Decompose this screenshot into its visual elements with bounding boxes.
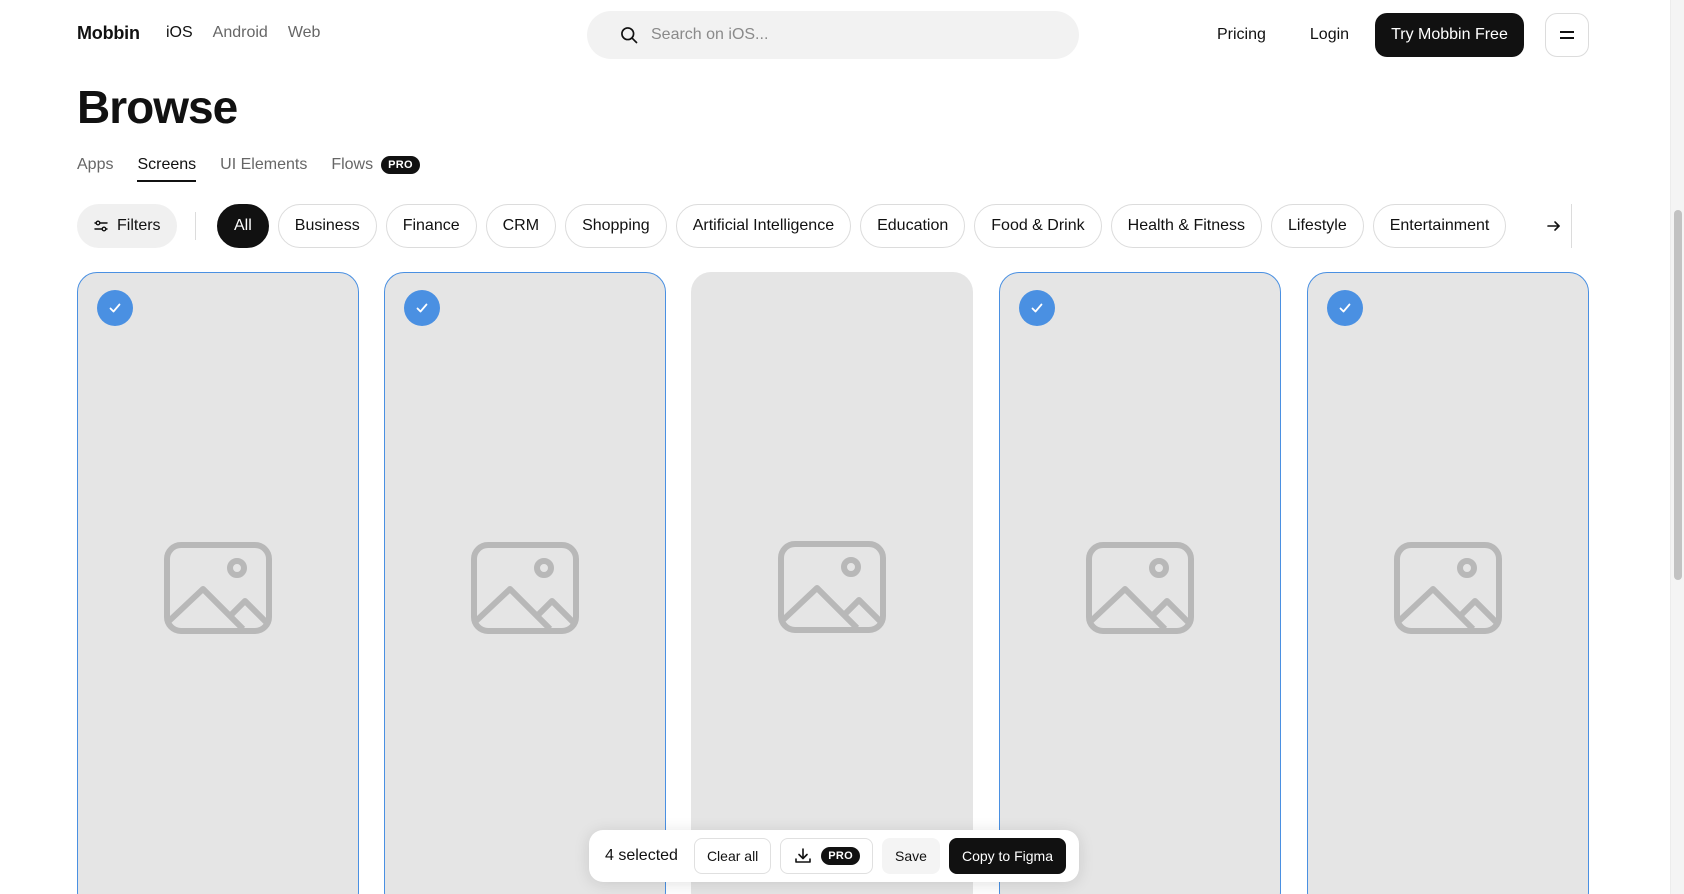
- download-icon: [795, 848, 812, 863]
- tab-label: UI Elements: [220, 156, 308, 173]
- screen-card[interactable]: [691, 272, 973, 894]
- tab-apps[interactable]: Apps: [77, 156, 113, 182]
- filters-label: Filters: [117, 217, 161, 234]
- platform-web[interactable]: Web: [288, 24, 321, 42]
- content-tabs: Apps Screens UI Elements Flows PRO: [77, 156, 420, 182]
- sliders-icon: [94, 220, 108, 232]
- menu-button[interactable]: [1545, 13, 1589, 57]
- login-link[interactable]: Login: [1310, 26, 1349, 44]
- chip-health-fitness[interactable]: Health & Fitness: [1110, 204, 1263, 248]
- logo[interactable]: Mobbin: [77, 23, 140, 44]
- chip-artificial-intelligence[interactable]: Artificial Intelligence: [675, 204, 852, 248]
- scrollbar-thumb[interactable]: [1674, 210, 1682, 580]
- image-placeholder-icon: [471, 542, 579, 634]
- pro-badge: PRO: [381, 156, 420, 174]
- chip-shopping[interactable]: Shopping: [565, 204, 667, 248]
- screen-card[interactable]: [1307, 272, 1589, 894]
- top-nav: Mobbin iOS Android Web Pricing Login Try…: [0, 0, 1670, 70]
- chip-entertainment[interactable]: Entertainment: [1372, 204, 1507, 248]
- pro-badge: PRO: [821, 847, 861, 865]
- screen-card[interactable]: [999, 272, 1281, 894]
- screen-card[interactable]: [77, 272, 359, 894]
- image-placeholder-icon: [1086, 542, 1194, 634]
- tab-screens[interactable]: Screens: [137, 156, 196, 182]
- chip-education[interactable]: Education: [860, 204, 966, 248]
- chip-finance[interactable]: Finance: [385, 204, 477, 248]
- pricing-link[interactable]: Pricing: [1217, 26, 1266, 44]
- chip-all[interactable]: All: [217, 204, 269, 248]
- check-icon: [416, 303, 428, 313]
- page: Mobbin iOS Android Web Pricing Login Try…: [0, 0, 1684, 894]
- check-icon: [109, 303, 121, 313]
- page-title: Browse: [77, 81, 238, 133]
- search-bar[interactable]: [587, 11, 1079, 59]
- selected-check[interactable]: [404, 290, 440, 326]
- check-icon: [1031, 303, 1043, 313]
- chip-crm[interactable]: CRM: [485, 204, 557, 248]
- tab-label: Apps: [77, 156, 114, 173]
- filter-bar: Filters All Business Finance CRM Shoppin…: [77, 204, 1589, 248]
- platform-switcher: iOS Android Web: [166, 24, 320, 42]
- divider: [195, 212, 196, 240]
- chip-business[interactable]: Business: [277, 204, 377, 248]
- selection-toolbar: 4 selected Clear all PRO Save Copy to Fi…: [589, 830, 1079, 882]
- tab-label: Screens: [137, 156, 197, 173]
- category-chips: All Business Finance CRM Shopping Artifi…: [217, 204, 1507, 248]
- filters-button[interactable]: Filters: [77, 204, 177, 248]
- search-icon: [621, 27, 638, 44]
- download-button[interactable]: PRO: [780, 838, 874, 874]
- menu-icon: [1560, 31, 1574, 39]
- copy-to-figma-button[interactable]: Copy to Figma: [948, 838, 1067, 874]
- scroll-chips-right-button[interactable]: [1547, 204, 1589, 248]
- selected-count: 4 selected: [605, 847, 678, 864]
- search-input[interactable]: [651, 26, 1051, 44]
- clear-all-button[interactable]: Clear all: [693, 838, 772, 874]
- selected-check[interactable]: [97, 290, 133, 326]
- save-button[interactable]: Save: [882, 838, 940, 874]
- arrow-right-icon: [1547, 221, 1560, 231]
- try-free-button[interactable]: Try Mobbin Free: [1375, 13, 1524, 57]
- platform-android[interactable]: Android: [213, 24, 268, 42]
- screen-card[interactable]: [384, 272, 666, 894]
- selected-check[interactable]: [1019, 290, 1055, 326]
- image-placeholder-icon: [778, 541, 886, 633]
- platform-ios[interactable]: iOS: [166, 24, 193, 42]
- image-placeholder-icon: [164, 542, 272, 634]
- chip-lifestyle[interactable]: Lifestyle: [1271, 204, 1364, 248]
- page-scrollbar[interactable]: [1670, 0, 1684, 894]
- chip-food-drink[interactable]: Food & Drink: [974, 204, 1102, 248]
- selected-check[interactable]: [1327, 290, 1363, 326]
- tab-flows[interactable]: Flows PRO: [331, 156, 420, 182]
- tab-label: Flows: [331, 156, 374, 173]
- check-icon: [1339, 303, 1351, 313]
- tab-ui-elements[interactable]: UI Elements: [220, 156, 307, 182]
- image-placeholder-icon: [1394, 542, 1502, 634]
- nav-actions: Pricing Login Try Mobbin Free: [1210, 13, 1524, 57]
